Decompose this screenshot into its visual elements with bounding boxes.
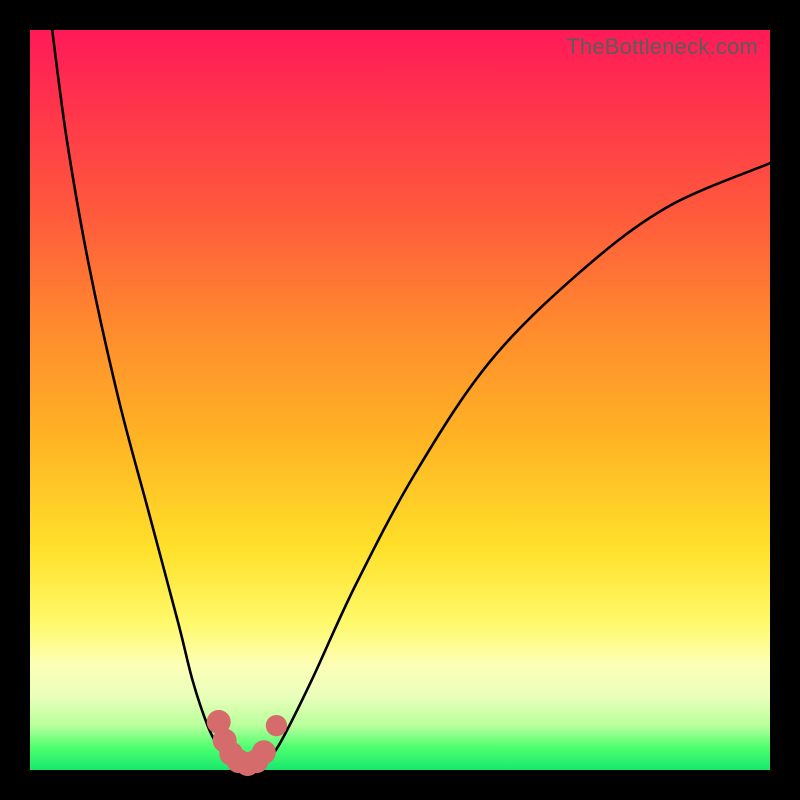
valley-marker — [252, 740, 276, 764]
valley-marker — [266, 715, 287, 736]
plot-area: TheBottleneck.com — [30, 30, 770, 770]
valley-markers — [207, 710, 287, 776]
right-branch-path — [267, 163, 770, 762]
chart-frame: TheBottleneck.com — [0, 0, 800, 800]
left-branch-path — [52, 30, 230, 763]
curve-svg — [30, 30, 770, 770]
